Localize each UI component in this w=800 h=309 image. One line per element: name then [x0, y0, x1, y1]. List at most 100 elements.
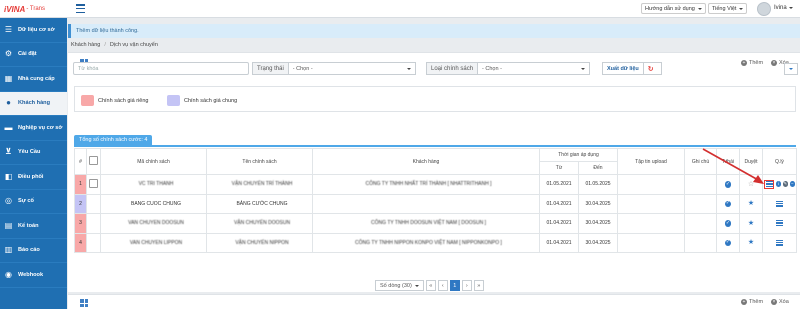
sidebar-item-label: Cài đặt: [18, 51, 37, 58]
app-logo[interactable]: iVINA - Trans: [4, 4, 45, 14]
main-content: Thêm dữ liệu thành công. Khách hàng / Dị…: [68, 18, 800, 309]
list-icon[interactable]: [776, 200, 783, 207]
store-icon: ▦: [4, 73, 13, 83]
language-dropdown[interactable]: Tiếng Việt: [708, 3, 748, 14]
close-icon: ×: [771, 298, 777, 305]
rows-per-page-select[interactable]: Số dòng (30): [375, 280, 424, 291]
col-header-to: Đến: [578, 161, 618, 175]
cell-customer: CÔNG TY TNHH NHẤT TRÍ THÀNH [ NHATTRITHA…: [312, 174, 540, 195]
policy-type-filter: Loại chính sách - Chọn -: [426, 62, 591, 75]
add-button-lower[interactable]: + Thêm: [741, 299, 763, 305]
cell-upload: [617, 174, 685, 195]
row-num: 1: [74, 174, 87, 195]
sidebar-item-accounting[interactable]: ▤ Kế toán: [0, 214, 67, 239]
detail-list-button[interactable]: [764, 179, 774, 189]
status-select[interactable]: - Chọn -: [288, 62, 416, 75]
cell-name: BẢNG CƯỚC CHUNG: [206, 193, 313, 214]
star-empty-icon[interactable]: ☆: [748, 181, 754, 188]
refresh-icon[interactable]: ↻: [644, 65, 658, 73]
add-label: Thêm: [749, 299, 764, 305]
sidebar-item-requests[interactable]: ⊻ Yêu Cầu: [0, 141, 67, 165]
legend-item-common: Chính sách giá chung: [167, 95, 237, 106]
table-row[interactable]: 4 VAN CHUYEN LIPPON VẬN CHUYỂN NIPPON CÔ…: [74, 232, 797, 253]
add-button[interactable]: + Thêm: [741, 60, 763, 66]
cell-manage: [762, 232, 797, 253]
col-header-customer[interactable]: Khách hàng: [312, 148, 540, 175]
cell-to: 30.04.2025: [578, 213, 618, 234]
legend-swatch: [81, 95, 94, 106]
col-header-num: #: [74, 148, 87, 175]
cell-approve: ★: [739, 213, 763, 234]
sidebar-item-label: Dữ liệu cơ sở: [18, 26, 55, 33]
cell-code: BANG CUOC CHUNG: [100, 193, 207, 214]
list-icon[interactable]: [776, 220, 783, 227]
close-icon: ×: [771, 59, 777, 66]
user-menu[interactable]: Ivina: [774, 5, 793, 11]
star-filled-icon[interactable]: ★: [748, 239, 754, 246]
sidebar-item-base-operations[interactable]: ▬ Nghiệp vụ cơ sở: [0, 116, 67, 141]
sidebar-item-settings[interactable]: ⚙ Cài đặt: [0, 43, 67, 67]
sidebar-item-reports[interactable]: ▥ Báo cáo: [0, 239, 67, 263]
col-header-name[interactable]: Tên chính sách: [206, 148, 313, 175]
next-page-button[interactable]: ›: [461, 280, 472, 291]
user-guide-dropdown[interactable]: Hướng dẫn sử dụng: [641, 3, 706, 14]
sidebar-item-base-data[interactable]: ☰ Dữ liệu cơ sở: [0, 18, 67, 43]
cell-from: 01.05.2021: [539, 174, 579, 195]
legend-item-private: Chính sách giá riêng: [81, 95, 148, 106]
cell-manage: [762, 213, 797, 234]
remove-icon[interactable]: −: [789, 181, 795, 187]
cell-upload: [617, 193, 685, 214]
list-icon[interactable]: [776, 239, 783, 246]
table-row[interactable]: 3 VAN CHUYEN DOOSUN VẬN CHUYỂN DOOSUN CÔ…: [74, 213, 797, 234]
cell-name: VẬN CHUYỂN NIPPON: [206, 232, 313, 253]
policy-type-select[interactable]: - Chọn -: [478, 62, 591, 75]
sidebar-item-label: Yêu Cầu: [18, 149, 41, 156]
sidebar-item-webhook[interactable]: ◉ Webhook: [0, 263, 67, 288]
keyword-input[interactable]: Từ khóa: [73, 62, 249, 75]
warning-icon: ◎: [5, 196, 12, 206]
user-guide-label: Hướng dẫn sử dụng: [645, 5, 695, 12]
row-checkbox[interactable]: [89, 178, 98, 188]
star-filled-icon[interactable]: ★: [748, 220, 754, 227]
policy-type-select-value: - Chọn -: [482, 65, 502, 72]
prev-page-button[interactable]: ‹: [437, 280, 448, 291]
sidebar-item-customers[interactable]: ● Khách hàng: [0, 91, 67, 116]
cell-approve: ★: [739, 232, 763, 253]
select-all-checkbox[interactable]: [89, 156, 98, 165]
export-button[interactable]: Xuất dữ liệu ↻: [602, 62, 662, 75]
policy-type-label: Loại chính sách: [426, 62, 479, 75]
menu-toggle-icon[interactable]: [76, 4, 85, 13]
avatar[interactable]: [757, 2, 771, 16]
page-button-current[interactable]: 1: [449, 280, 460, 291]
chevron-down-icon: [789, 68, 793, 70]
table-row[interactable]: 1 VC TRI THANH VẬN CHUYỂN TRÍ THÀNH CÔNG…: [74, 174, 797, 195]
last-page-button[interactable]: »: [473, 280, 484, 291]
chevron-down-icon: [414, 284, 419, 287]
cell-to: 30.04.2025: [578, 232, 618, 253]
cell-from: 01.04.2021: [539, 213, 579, 234]
cell-code: VC TRI THANH: [100, 174, 207, 195]
cell-customer: CÔNG TY TNHH DOOSUN VIỆT NAM [ DOOSUN ]: [312, 213, 540, 234]
info-icon[interactable]: i: [775, 181, 781, 187]
sidebar-item-label: Sự cố: [18, 198, 34, 205]
delete-button-lower[interactable]: × Xóa: [771, 299, 789, 305]
cell-from: 01.04.2021: [539, 232, 579, 253]
row-select: [86, 193, 101, 214]
col-header-code[interactable]: Mã chính sách: [100, 148, 207, 175]
edit-icon[interactable]: ✎: [782, 181, 788, 187]
row-num: 3: [74, 213, 87, 234]
row-num: 4: [74, 232, 87, 253]
first-page-button[interactable]: «: [425, 280, 436, 291]
breadcrumb-transport-service[interactable]: Dịch vụ vận chuyển: [110, 42, 158, 48]
sidebar-item-label: Kế toán: [18, 222, 39, 229]
star-filled-icon[interactable]: ★: [748, 200, 754, 207]
table-row[interactable]: 2 BANG CUOC CHUNG BẢNG CƯỚC CHUNG 01.04.…: [74, 193, 797, 214]
sidebar-item-dispatch[interactable]: ◧ Điều phối: [0, 165, 67, 190]
sidebar-item-label: Webhook: [18, 271, 44, 278]
sidebar-item-suppliers[interactable]: ▦ Nhà cung cấp: [0, 67, 67, 92]
filter-toggle-button[interactable]: [784, 63, 798, 75]
cell-code: VAN CHUYEN LIPPON: [100, 232, 207, 253]
sidebar-item-incidents[interactable]: ◎ Sự cố: [0, 190, 67, 214]
breadcrumb-customers[interactable]: Khách hàng: [71, 42, 100, 48]
active-check-icon: ✓: [724, 180, 732, 188]
